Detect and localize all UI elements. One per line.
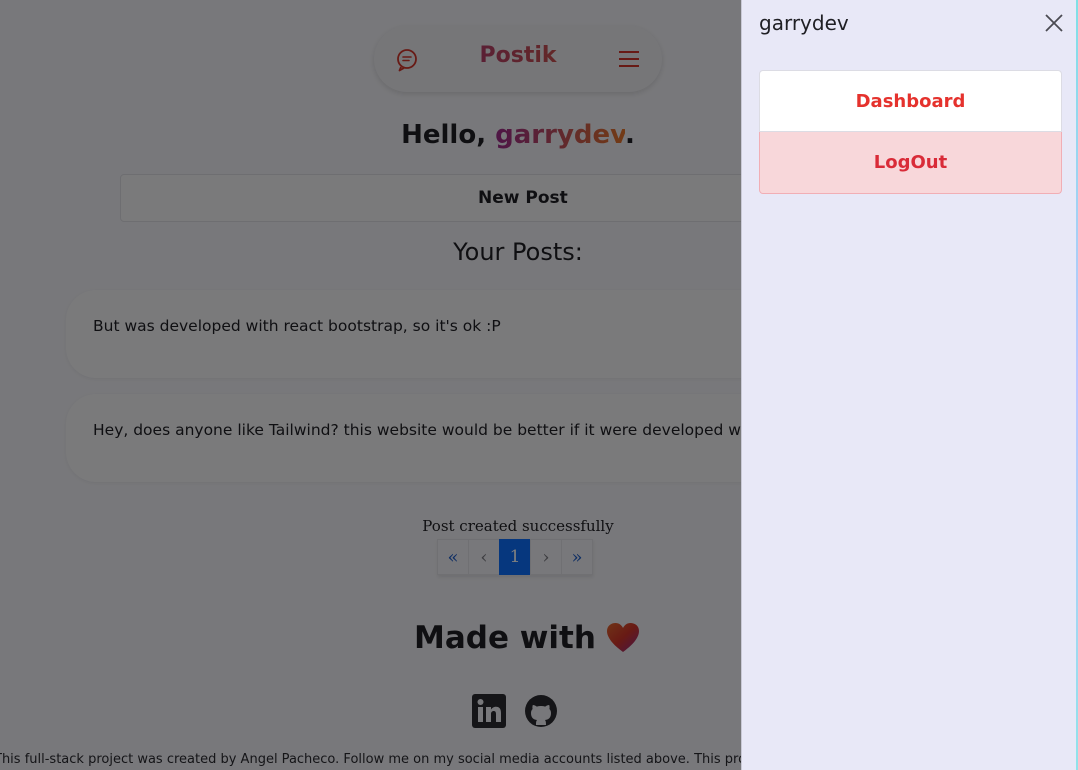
offcanvas-title: garrydev (759, 11, 849, 35)
close-icon[interactable] (1044, 13, 1064, 33)
logout-button[interactable]: LogOut (759, 132, 1062, 194)
dashboard-link[interactable]: Dashboard (759, 70, 1062, 132)
offcanvas-menu: Dashboard LogOut (759, 70, 1062, 194)
offcanvas-backdrop[interactable] (0, 0, 742, 770)
offcanvas-panel: garrydev Dashboard LogOut (741, 0, 1078, 770)
